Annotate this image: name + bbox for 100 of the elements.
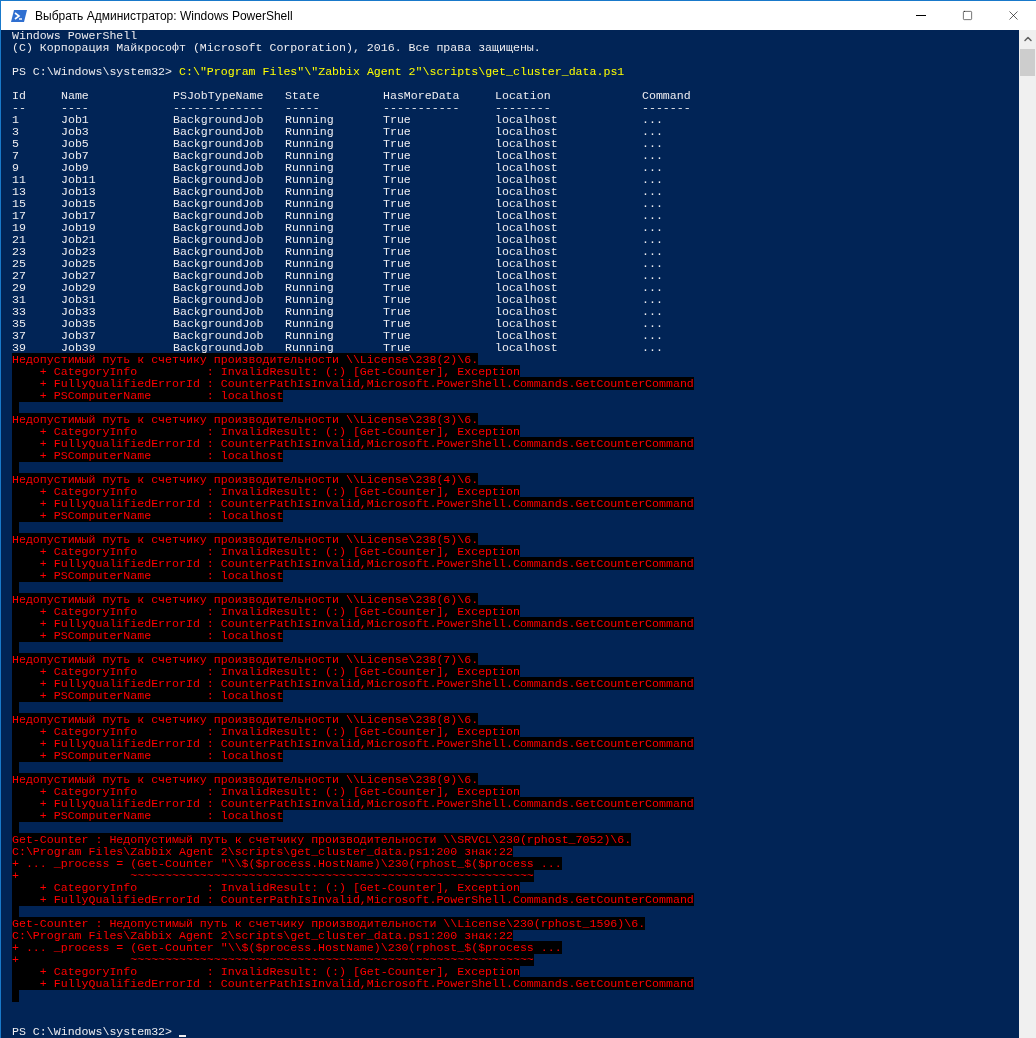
table-cell: 17 bbox=[12, 209, 26, 222]
table-cell: ... bbox=[642, 281, 663, 294]
column-header: Id bbox=[12, 89, 26, 102]
table-cell: True bbox=[383, 125, 411, 138]
table-cell: ... bbox=[642, 173, 663, 186]
table-cell: localhost bbox=[495, 317, 558, 330]
table-cell: localhost bbox=[495, 305, 558, 318]
error-text: + FullyQualifiedErrorId : CounterPathIsInvalid,Microsoft.PowerShell.Commands.GetCounterCommand bbox=[12, 977, 694, 990]
table-cell: Running bbox=[285, 197, 334, 210]
column-header: Command bbox=[642, 89, 691, 102]
table-cell: BackgroundJob bbox=[173, 293, 264, 306]
table-cell: localhost bbox=[495, 221, 558, 234]
error-text: + FullyQualifiedErrorId : CounterPathIsInvalid,Microsoft.PowerShell.Commands.GetCounterCommand bbox=[12, 497, 694, 510]
table-cell: Job11 bbox=[61, 173, 96, 186]
table-cell: Running bbox=[285, 125, 334, 138]
table-cell: BackgroundJob bbox=[173, 305, 264, 318]
window-title: Выбрать Администратор: Windows PowerShell bbox=[35, 7, 293, 25]
table-cell: localhost bbox=[495, 125, 558, 138]
table-cell: 15 bbox=[12, 197, 26, 210]
table-cell: True bbox=[383, 257, 411, 270]
table-cell: Running bbox=[285, 161, 334, 174]
table-cell: True bbox=[383, 329, 411, 342]
table-cell: Running bbox=[285, 269, 334, 282]
maximize-icon bbox=[961, 10, 973, 21]
table-cell: ... bbox=[642, 149, 663, 162]
error-text: + FullyQualifiedErrorId : CounterPathIsInvalid,Microsoft.PowerShell.Commands.GetCounterCommand bbox=[12, 893, 694, 906]
error-text: + PSComputerName : localhost bbox=[12, 809, 284, 822]
table-cell: ... bbox=[642, 329, 663, 342]
table-cell: Job17 bbox=[61, 209, 96, 222]
table-cell: Job33 bbox=[61, 305, 96, 318]
header-underline: ---- bbox=[61, 101, 89, 114]
table-cell: 23 bbox=[12, 245, 26, 258]
error-gap bbox=[12, 990, 19, 1002]
table-cell: Job19 bbox=[61, 221, 96, 234]
table-cell: BackgroundJob bbox=[173, 221, 264, 234]
error-text: + FullyQualifiedErrorId : CounterPathIsInvalid,Microsoft.PowerShell.Commands.GetCounterCommand bbox=[12, 677, 694, 690]
table-cell: BackgroundJob bbox=[173, 149, 264, 162]
error-text: + FullyQualifiedErrorId : CounterPathIsInvalid,Microsoft.PowerShell.Commands.GetCounterCommand bbox=[12, 437, 694, 450]
table-cell: True bbox=[383, 245, 411, 258]
table-cell: localhost bbox=[495, 113, 558, 126]
header-underline: ------------- bbox=[173, 101, 264, 114]
table-cell: 3 bbox=[12, 125, 19, 138]
table-cell: Job7 bbox=[61, 149, 89, 162]
error-text: + PSComputerName : localhost bbox=[12, 569, 284, 582]
table-cell: 21 bbox=[12, 233, 26, 246]
table-cell: localhost bbox=[495, 197, 558, 210]
header-underline: -- bbox=[12, 101, 26, 114]
table-cell: ... bbox=[642, 257, 663, 270]
column-header: HasMoreData bbox=[383, 89, 460, 102]
table-cell: 11 bbox=[12, 173, 26, 186]
table-cell: BackgroundJob bbox=[173, 137, 264, 150]
table-cell: True bbox=[383, 197, 411, 210]
table-cell: 9 bbox=[12, 161, 19, 174]
table-cell: Running bbox=[285, 149, 334, 162]
table-cell: Job21 bbox=[61, 233, 96, 246]
table-cell: localhost bbox=[495, 233, 558, 246]
cursor-icon bbox=[179, 1035, 187, 1037]
console-text: (C) Корпорация Майкрософт (Microsoft Corporation), 2016. Все права защищены. bbox=[12, 42, 541, 54]
header-underline: ----- bbox=[285, 101, 320, 114]
table-cell: True bbox=[383, 317, 411, 330]
table-cell: localhost bbox=[495, 341, 558, 354]
table-cell: Job39 bbox=[61, 341, 96, 354]
table-cell: BackgroundJob bbox=[173, 269, 264, 282]
table-cell: Running bbox=[285, 281, 334, 294]
table-cell: ... bbox=[642, 161, 663, 174]
column-header: PSJobTypeName bbox=[173, 89, 264, 102]
table-cell: 31 bbox=[12, 293, 26, 306]
table-cell: True bbox=[383, 113, 411, 126]
table-cell: ... bbox=[642, 245, 663, 258]
scrollbar-thumb[interactable] bbox=[1020, 49, 1035, 76]
table-cell: Running bbox=[285, 293, 334, 306]
table-cell: Job9 bbox=[61, 161, 89, 174]
command-text: C:\"Program Files"\"Zabbix Agent 2"\scripts\get_cluster_data.ps1 bbox=[179, 66, 625, 78]
table-cell: ... bbox=[642, 197, 663, 210]
table-cell: Running bbox=[285, 173, 334, 186]
table-cell: localhost bbox=[495, 173, 558, 186]
error-text: + FullyQualifiedErrorId : CounterPathIsInvalid,Microsoft.PowerShell.Commands.GetCounterCommand bbox=[12, 797, 694, 810]
table-cell: Job15 bbox=[61, 197, 96, 210]
table-cell: localhost bbox=[495, 137, 558, 150]
table-cell: ... bbox=[642, 293, 663, 306]
header-underline: -------- bbox=[495, 101, 551, 114]
table-cell: True bbox=[383, 161, 411, 174]
table-cell: Job1 bbox=[61, 113, 89, 126]
table-cell: ... bbox=[642, 185, 663, 198]
table-cell: Running bbox=[285, 233, 334, 246]
table-cell: Job37 bbox=[61, 329, 96, 342]
table-cell: Job35 bbox=[61, 317, 96, 330]
table-cell: BackgroundJob bbox=[173, 161, 264, 174]
column-header: Location bbox=[495, 89, 551, 102]
table-cell: Job25 bbox=[61, 257, 96, 270]
table-cell: Running bbox=[285, 221, 334, 234]
table-cell: ... bbox=[642, 221, 663, 234]
table-cell: Job29 bbox=[61, 281, 96, 294]
table-cell: 35 bbox=[12, 317, 26, 330]
table-cell: BackgroundJob bbox=[173, 113, 264, 126]
table-cell: ... bbox=[642, 137, 663, 150]
table-cell: True bbox=[383, 185, 411, 198]
table-cell: Job23 bbox=[61, 245, 96, 258]
error-text: + FullyQualifiedErrorId : CounterPathIsInvalid,Microsoft.PowerShell.Commands.GetCounterCommand bbox=[12, 617, 694, 630]
table-cell: localhost bbox=[495, 293, 558, 306]
